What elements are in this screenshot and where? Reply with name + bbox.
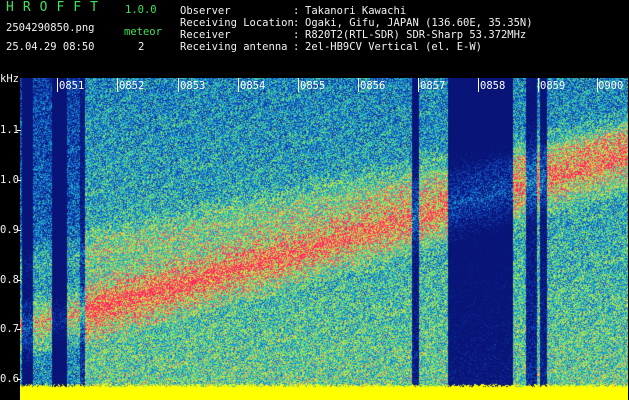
x-tick-label: 0859 [540, 80, 566, 92]
info-value-location: Ogaki, Gifu, JAPAN (136.60E, 35.35N) [305, 17, 533, 29]
x-tick-label: 0855 [300, 80, 326, 92]
info-value-antenna: 2el-HB9CV Vertical (el. E-W) [305, 41, 483, 53]
x-tick-label: 0857 [420, 80, 446, 92]
app-version: 1.0.0 [125, 4, 157, 16]
spectrogram-plot [20, 78, 628, 400]
info-label-receiver: Receiver [180, 29, 231, 41]
y-tick-mark [17, 130, 21, 131]
x-tick-mark [117, 78, 118, 92]
x-tick-label: 0854 [240, 80, 266, 92]
x-tick-mark [298, 78, 299, 92]
meteor-count: 2 [138, 41, 145, 53]
y-tick-mark [17, 230, 21, 231]
x-tick-mark [178, 78, 179, 92]
y-tick-mark [17, 329, 21, 330]
app-title: HROFFT [6, 0, 107, 15]
y-axis-unit: kHz [0, 73, 19, 85]
x-tick-label: 0858 [480, 80, 506, 92]
x-tick-label: 0852 [119, 80, 145, 92]
x-tick-label: 0856 [360, 80, 386, 92]
info-value-receiver: R820T2(RTL-SDR) SDR-Sharp 53.372MHz [305, 29, 527, 41]
x-tick-mark [538, 78, 539, 92]
info-separator: : [293, 29, 300, 41]
x-tick-label: 0853 [180, 80, 206, 92]
timestamp: 25.04.29 08:50 [6, 41, 95, 53]
info-separator: : [293, 17, 300, 29]
x-tick-mark [57, 78, 58, 92]
y-tick-mark [17, 379, 21, 380]
y-tick-mark [17, 280, 21, 281]
file-name: 2504290850.png [6, 22, 95, 34]
x-tick-label: 0851 [59, 80, 85, 92]
x-tick-mark [478, 78, 479, 92]
x-tick-mark [418, 78, 419, 92]
info-separator: : [293, 41, 300, 53]
x-tick-mark [238, 78, 239, 92]
spectrogram-image [20, 78, 628, 400]
info-value-observer: Takanori Kawachi [305, 5, 407, 17]
x-tick-mark [358, 78, 359, 92]
info-label-observer: Observer [180, 5, 231, 17]
info-separator: : [293, 5, 300, 17]
x-tick-label: 0900 [598, 80, 624, 92]
y-tick-mark [17, 180, 21, 181]
info-label-antenna: Receiving antenna [180, 41, 288, 53]
info-label-location: Receiving Location [180, 17, 294, 29]
meteor-label: meteor [124, 26, 162, 38]
